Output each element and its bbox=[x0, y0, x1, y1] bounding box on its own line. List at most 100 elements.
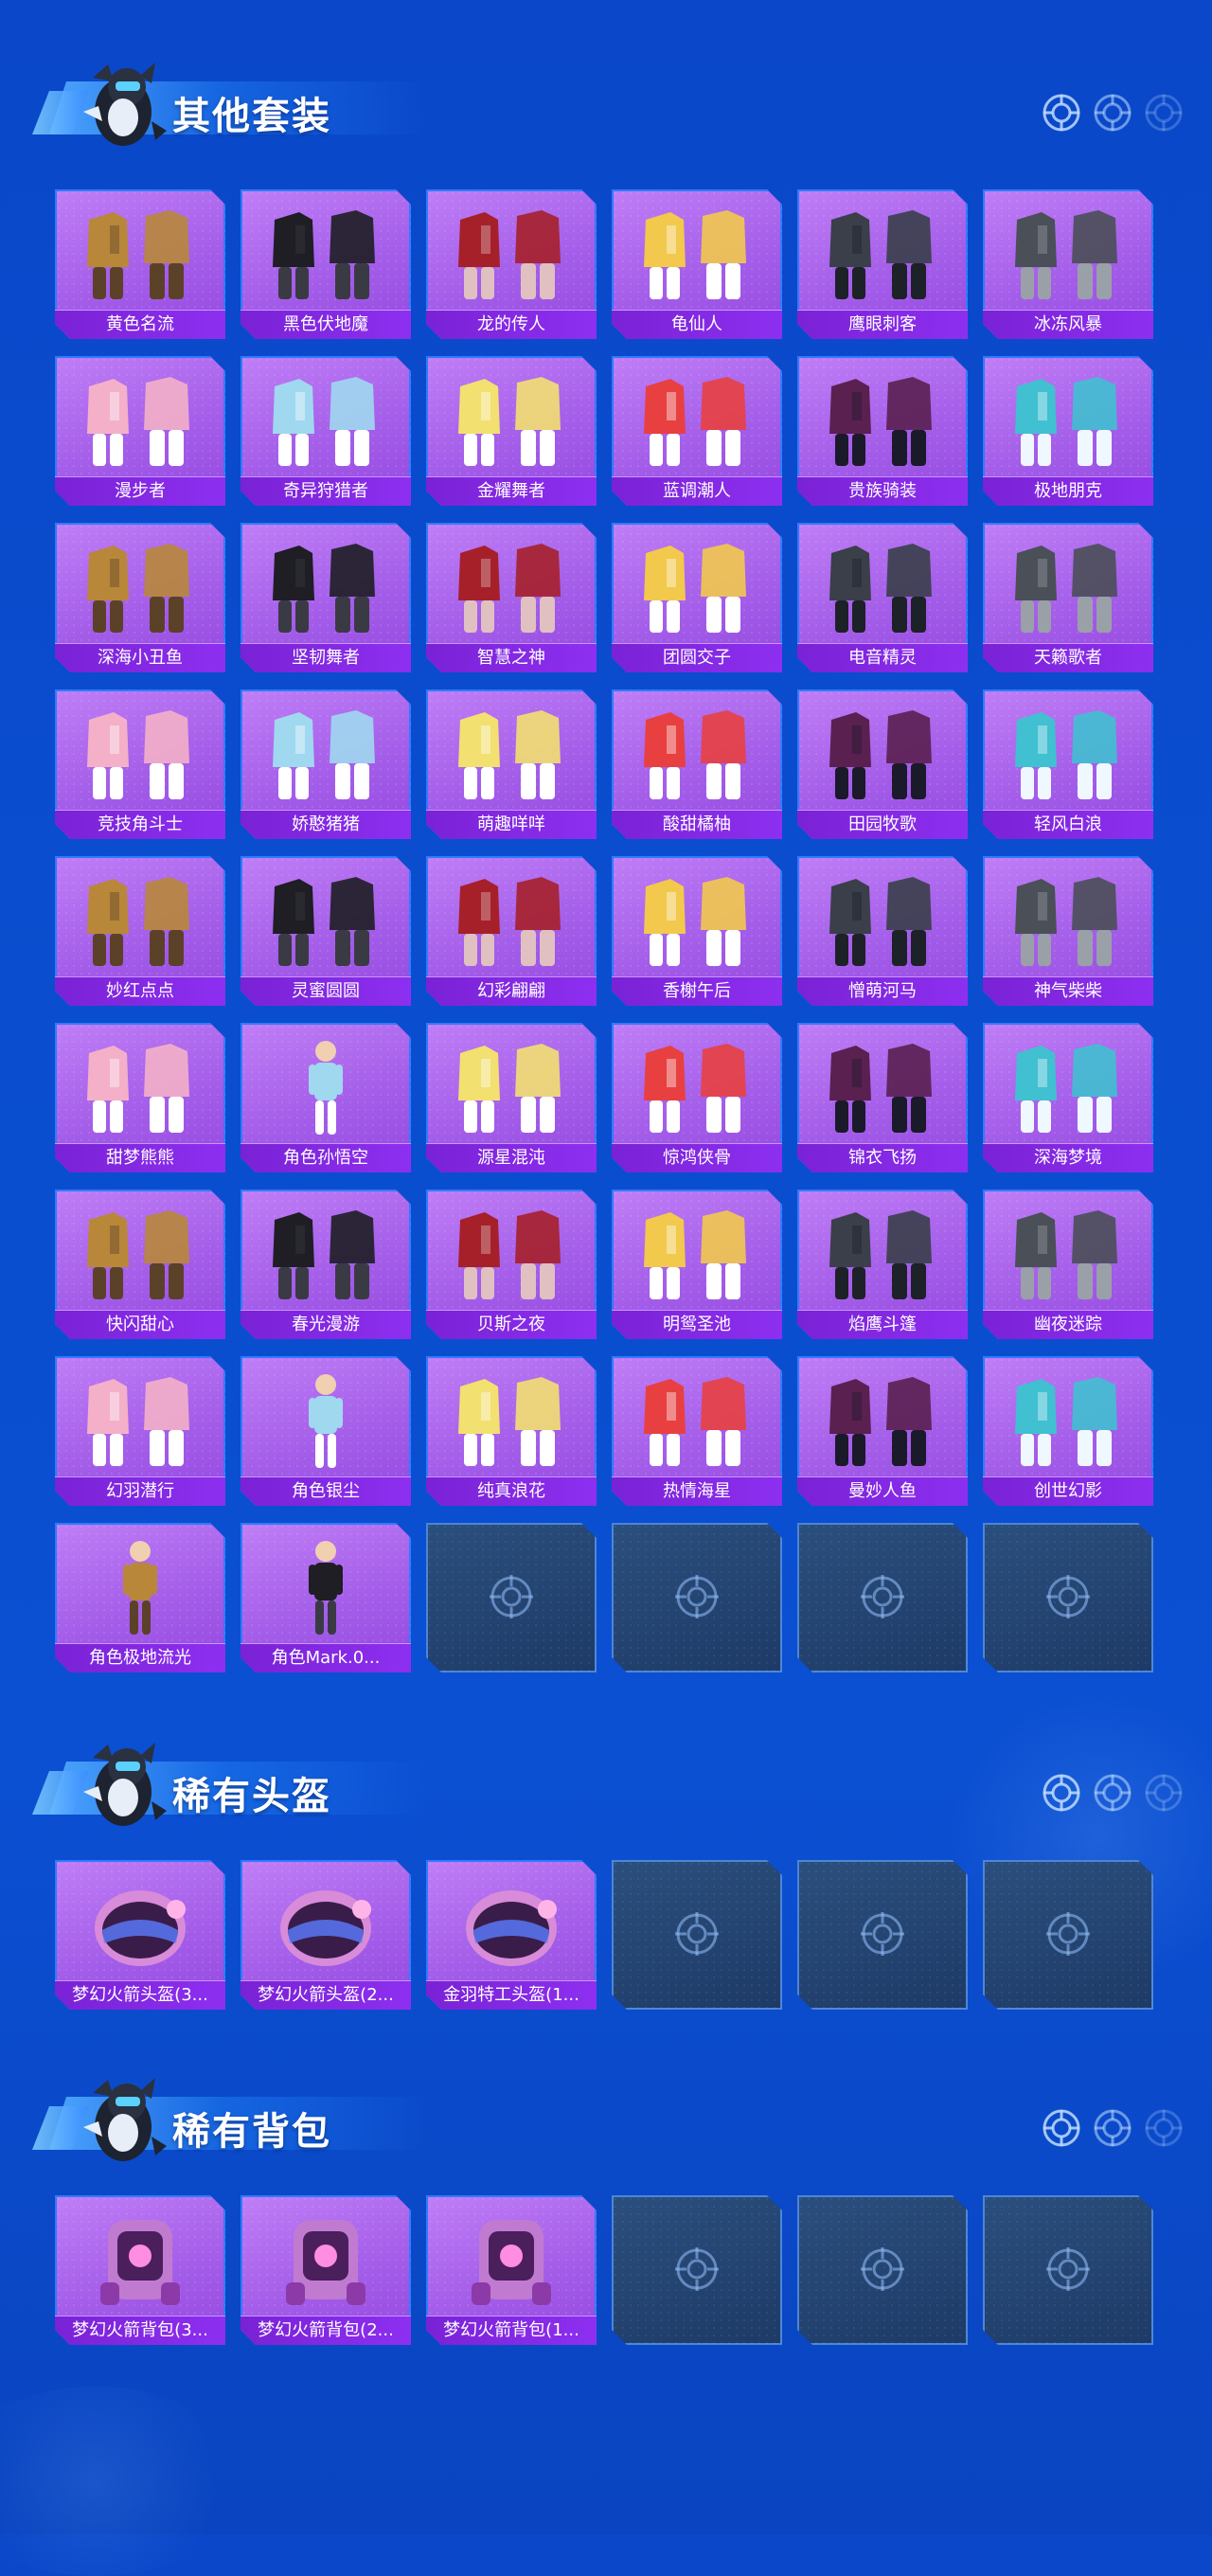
item-card[interactable]: 龙的传人 bbox=[426, 189, 597, 339]
item-name: 惊鸿侠骨 bbox=[612, 1143, 782, 1172]
crosshair-icon bbox=[487, 1572, 536, 1621]
crosshair-icon bbox=[1043, 1572, 1093, 1621]
item-card[interactable]: 漫步者 bbox=[55, 356, 225, 506]
item-card[interactable]: 金耀舞者 bbox=[426, 356, 597, 506]
item-card[interactable]: 香榭午后 bbox=[612, 856, 782, 1006]
outfit-icon bbox=[258, 701, 394, 807]
outfit-icon bbox=[72, 534, 208, 640]
outfit-icon bbox=[443, 534, 579, 640]
empty-slot bbox=[797, 1860, 968, 2010]
item-card[interactable]: 极地朋克 bbox=[983, 356, 1153, 506]
item-card[interactable]: 角色银尘 bbox=[241, 1356, 411, 1506]
item-card[interactable]: 奇异狩猎者 bbox=[241, 356, 411, 506]
item-card[interactable]: 贝斯之夜 bbox=[426, 1190, 597, 1339]
item-name: 妙红点点 bbox=[55, 976, 225, 1006]
item-card[interactable]: 幻羽潜行 bbox=[55, 1356, 225, 1506]
crosshair-icon bbox=[1043, 94, 1080, 132]
item-card[interactable]: 神气柴柴 bbox=[983, 856, 1153, 1006]
item-card[interactable]: 锦衣飞扬 bbox=[797, 1023, 968, 1172]
item-card[interactable]: 黄色名流 bbox=[55, 189, 225, 339]
item-card[interactable]: 甜梦熊熊 bbox=[55, 1023, 225, 1172]
item-name: 贵族骑装 bbox=[797, 476, 968, 506]
item-card[interactable]: 梦幻火箭背包(1... bbox=[426, 2195, 597, 2345]
item-name: 智慧之神 bbox=[426, 643, 597, 672]
item-card[interactable]: 妙红点点 bbox=[55, 856, 225, 1006]
item-card[interactable]: 天籁歌者 bbox=[983, 523, 1153, 672]
item-name: 团圆交子 bbox=[612, 643, 782, 672]
item-card[interactable]: 源星混沌 bbox=[426, 1023, 597, 1172]
item-card[interactable]: 田园牧歌 bbox=[797, 689, 968, 839]
item-card[interactable]: 坚韧舞者 bbox=[241, 523, 411, 672]
item-name: 灵蜜圆圆 bbox=[241, 976, 411, 1006]
item-card[interactable]: 惊鸿侠骨 bbox=[612, 1023, 782, 1172]
item-card[interactable]: 憎萌河马 bbox=[797, 856, 968, 1006]
item-card[interactable]: 梦幻火箭背包(3... bbox=[55, 2195, 225, 2345]
outfit-icon bbox=[443, 1368, 579, 1474]
item-card[interactable]: 角色极地流光 bbox=[55, 1523, 225, 1673]
item-card[interactable]: 黑色伏地魔 bbox=[241, 189, 411, 339]
item-card[interactable]: 明鸳圣池 bbox=[612, 1190, 782, 1339]
item-card[interactable]: 鹰眼刺客 bbox=[797, 189, 968, 339]
item-card[interactable]: 冰冻风暴 bbox=[983, 189, 1153, 339]
outfit-icon bbox=[629, 367, 765, 474]
item-card[interactable]: 轻风白浪 bbox=[983, 689, 1153, 839]
item-name: 角色银尘 bbox=[241, 1476, 411, 1506]
item-card[interactable]: 春光漫游 bbox=[241, 1190, 411, 1339]
item-name: 漫步者 bbox=[55, 476, 225, 506]
backpack-icon bbox=[258, 2207, 394, 2313]
item-card[interactable]: 热情海星 bbox=[612, 1356, 782, 1506]
item-name: 甜梦熊熊 bbox=[55, 1143, 225, 1172]
outfit-icon bbox=[72, 868, 208, 974]
item-card[interactable]: 蓝调潮人 bbox=[612, 356, 782, 506]
item-card[interactable]: 贵族骑装 bbox=[797, 356, 968, 506]
item-card[interactable]: 金羽特工头盔(1... bbox=[426, 1860, 597, 2010]
outfit-icon bbox=[814, 534, 951, 640]
item-card[interactable]: 曼妙人鱼 bbox=[797, 1356, 968, 1506]
item-card[interactable]: 创世幻影 bbox=[983, 1356, 1153, 1506]
item-name: 香榭午后 bbox=[612, 976, 782, 1006]
outfit-icon bbox=[629, 534, 765, 640]
item-card[interactable]: 快闪甜心 bbox=[55, 1190, 225, 1339]
outfit-icon bbox=[1000, 701, 1136, 807]
item-name: 梦幻火箭背包(3... bbox=[55, 2316, 225, 2345]
item-name: 黑色伏地魔 bbox=[241, 310, 411, 339]
decor-icons bbox=[1042, 93, 1184, 133]
outfit-icon bbox=[814, 868, 951, 974]
item-name: 天籁歌者 bbox=[983, 643, 1153, 672]
item-card[interactable]: 梦幻火箭头盔(2... bbox=[241, 1860, 411, 2010]
item-card[interactable]: 梦幻火箭背包(2... bbox=[241, 2195, 411, 2345]
character-icon bbox=[72, 1534, 208, 1640]
item-name: 角色Mark.0... bbox=[241, 1643, 411, 1673]
item-card[interactable]: 焰鹰斗篷 bbox=[797, 1190, 968, 1339]
character-icon bbox=[258, 1034, 394, 1140]
item-card[interactable]: 娇憨猪猪 bbox=[241, 689, 411, 839]
item-card[interactable]: 酸甜橘柚 bbox=[612, 689, 782, 839]
item-card[interactable]: 纯真浪花 bbox=[426, 1356, 597, 1506]
item-name: 田园牧歌 bbox=[797, 810, 968, 839]
crosshair-icon bbox=[1145, 94, 1183, 132]
item-card[interactable]: 灵蜜圆圆 bbox=[241, 856, 411, 1006]
item-card[interactable]: 团圆交子 bbox=[612, 523, 782, 672]
item-name: 奇异狩猎者 bbox=[241, 476, 411, 506]
item-name: 角色极地流光 bbox=[55, 1643, 225, 1673]
item-card[interactable]: 电音精灵 bbox=[797, 523, 968, 672]
item-card[interactable]: 角色Mark.0... bbox=[241, 1523, 411, 1673]
item-card[interactable]: 龟仙人 bbox=[612, 189, 782, 339]
outfit-icon bbox=[443, 201, 579, 307]
crosshair-icon bbox=[1043, 2109, 1080, 2147]
crosshair-icon bbox=[1094, 2109, 1132, 2147]
empty-slot bbox=[426, 1523, 597, 1673]
item-card[interactable]: 幽夜迷踪 bbox=[983, 1190, 1153, 1339]
item-card[interactable]: 幻彩翩翩 bbox=[426, 856, 597, 1006]
item-card[interactable]: 深海梦境 bbox=[983, 1023, 1153, 1172]
section-header: 稀有头盔 bbox=[28, 1733, 428, 1826]
empty-slot bbox=[612, 1860, 782, 2010]
item-card[interactable]: 萌趣咩咩 bbox=[426, 689, 597, 839]
outfit-icon bbox=[1000, 201, 1136, 307]
item-card[interactable]: 梦幻火箭头盔(3... bbox=[55, 1860, 225, 2010]
item-card[interactable]: 深海小丑鱼 bbox=[55, 523, 225, 672]
empty-slot bbox=[612, 2195, 782, 2345]
item-card[interactable]: 竞技角斗士 bbox=[55, 689, 225, 839]
item-card[interactable]: 智慧之神 bbox=[426, 523, 597, 672]
item-card[interactable]: 角色孙悟空 bbox=[241, 1023, 411, 1172]
